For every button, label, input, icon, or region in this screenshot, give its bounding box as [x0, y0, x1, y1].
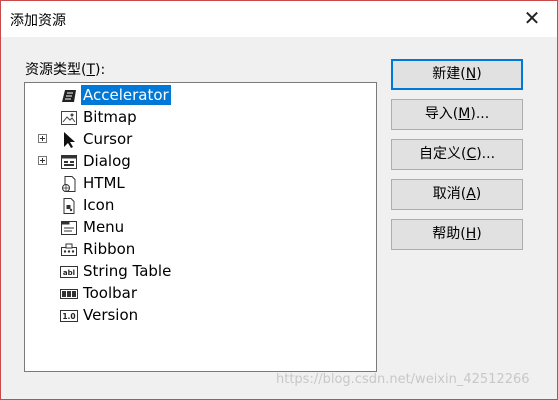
- svg-text:abl: abl: [63, 269, 75, 277]
- cancel-button[interactable]: 取消(A): [391, 179, 523, 210]
- accelerator-icon: [60, 87, 78, 105]
- icon-resource-icon: [60, 197, 78, 215]
- help-button-accel: H: [465, 226, 477, 242]
- ribbon-icon: [60, 241, 78, 259]
- tree-item-label: Toolbar: [83, 284, 138, 302]
- help-button[interactable]: 帮助(H): [391, 219, 523, 250]
- tree-item-label: Icon: [83, 196, 115, 214]
- new-button-prefix: 新建(: [432, 66, 466, 82]
- add-resource-dialog: 添加资源 ✕ 资源类型(T): Accelerator Bitmap Curso…: [0, 0, 558, 400]
- new-button-suffix: ): [476, 66, 482, 82]
- svg-text:1.0: 1.0: [62, 312, 75, 321]
- cursor-icon: [60, 131, 78, 149]
- tree-item-label: Cursor: [83, 130, 133, 148]
- custom-button-accel: C: [466, 146, 477, 162]
- help-button-suffix: ): [476, 226, 482, 242]
- title-bar[interactable]: 添加资源 ✕: [1, 1, 557, 37]
- tree-item-label: String Table: [83, 262, 172, 280]
- toolbar-icon: [60, 285, 78, 303]
- tree-item-label: Menu: [83, 218, 125, 236]
- tree-item-ribbon[interactable]: Ribbon: [25, 239, 376, 261]
- resource-type-tree[interactable]: Accelerator Bitmap Cursor Dialog HTML Ic…: [24, 82, 377, 372]
- custom-button-prefix: 自定义(: [418, 146, 467, 162]
- resource-type-label-suffix: ):: [95, 62, 106, 78]
- dialog-icon: [60, 153, 78, 171]
- tree-item-version[interactable]: 1.0 Version: [25, 305, 376, 327]
- import-button-prefix: 导入(: [424, 106, 459, 122]
- tree-item-cursor[interactable]: Cursor: [25, 129, 376, 151]
- menu-icon: [60, 219, 78, 237]
- tree-item-html[interactable]: HTML: [25, 173, 376, 195]
- resource-type-label: 资源类型(T):: [25, 59, 105, 79]
- expand-icon[interactable]: [38, 156, 47, 165]
- expand-icon[interactable]: [38, 134, 47, 143]
- close-icon[interactable]: ✕: [521, 7, 543, 29]
- tree-item-label: Bitmap: [83, 108, 137, 126]
- tree-item-string-table[interactable]: abl String Table: [25, 261, 376, 283]
- tree-item-label: Version: [83, 306, 139, 324]
- tree-item-label: Accelerator: [81, 85, 171, 105]
- tree-item-accelerator[interactable]: Accelerator: [25, 85, 376, 107]
- string-table-icon: abl: [60, 263, 78, 281]
- new-button[interactable]: 新建(N): [391, 59, 523, 90]
- cancel-button-accel: A: [466, 186, 476, 202]
- custom-button[interactable]: 自定义(C)...: [391, 139, 523, 170]
- tree-item-dialog[interactable]: Dialog: [25, 151, 376, 173]
- cancel-button-suffix: ): [475, 186, 482, 202]
- tree-item-label: Ribbon: [83, 240, 136, 258]
- import-button[interactable]: 导入(M)...: [391, 99, 523, 130]
- help-button-prefix: 帮助(: [432, 226, 466, 242]
- cancel-button-prefix: 取消(: [432, 186, 467, 202]
- custom-button-suffix: )...: [476, 146, 496, 162]
- import-button-suffix: )...: [470, 106, 490, 122]
- tree-item-toolbar[interactable]: Toolbar: [25, 283, 376, 305]
- resource-type-accel: T: [86, 62, 96, 78]
- tree-item-menu[interactable]: Menu: [25, 217, 376, 239]
- bitmap-icon: [60, 109, 78, 127]
- tree-item-icon[interactable]: Icon: [25, 195, 376, 217]
- tree-item-label: Dialog: [83, 152, 131, 170]
- dialog-title: 添加资源: [10, 13, 66, 29]
- version-icon: 1.0: [60, 307, 78, 325]
- resource-type-label-prefix: 资源类型(: [25, 62, 87, 78]
- html-icon: [60, 175, 78, 193]
- new-button-accel: N: [465, 66, 477, 82]
- tree-item-bitmap[interactable]: Bitmap: [25, 107, 376, 129]
- tree-item-label: HTML: [83, 174, 125, 192]
- watermark-text: https://blog.csdn.net/weixin_42512266: [276, 372, 530, 387]
- import-button-accel: M: [458, 106, 471, 122]
